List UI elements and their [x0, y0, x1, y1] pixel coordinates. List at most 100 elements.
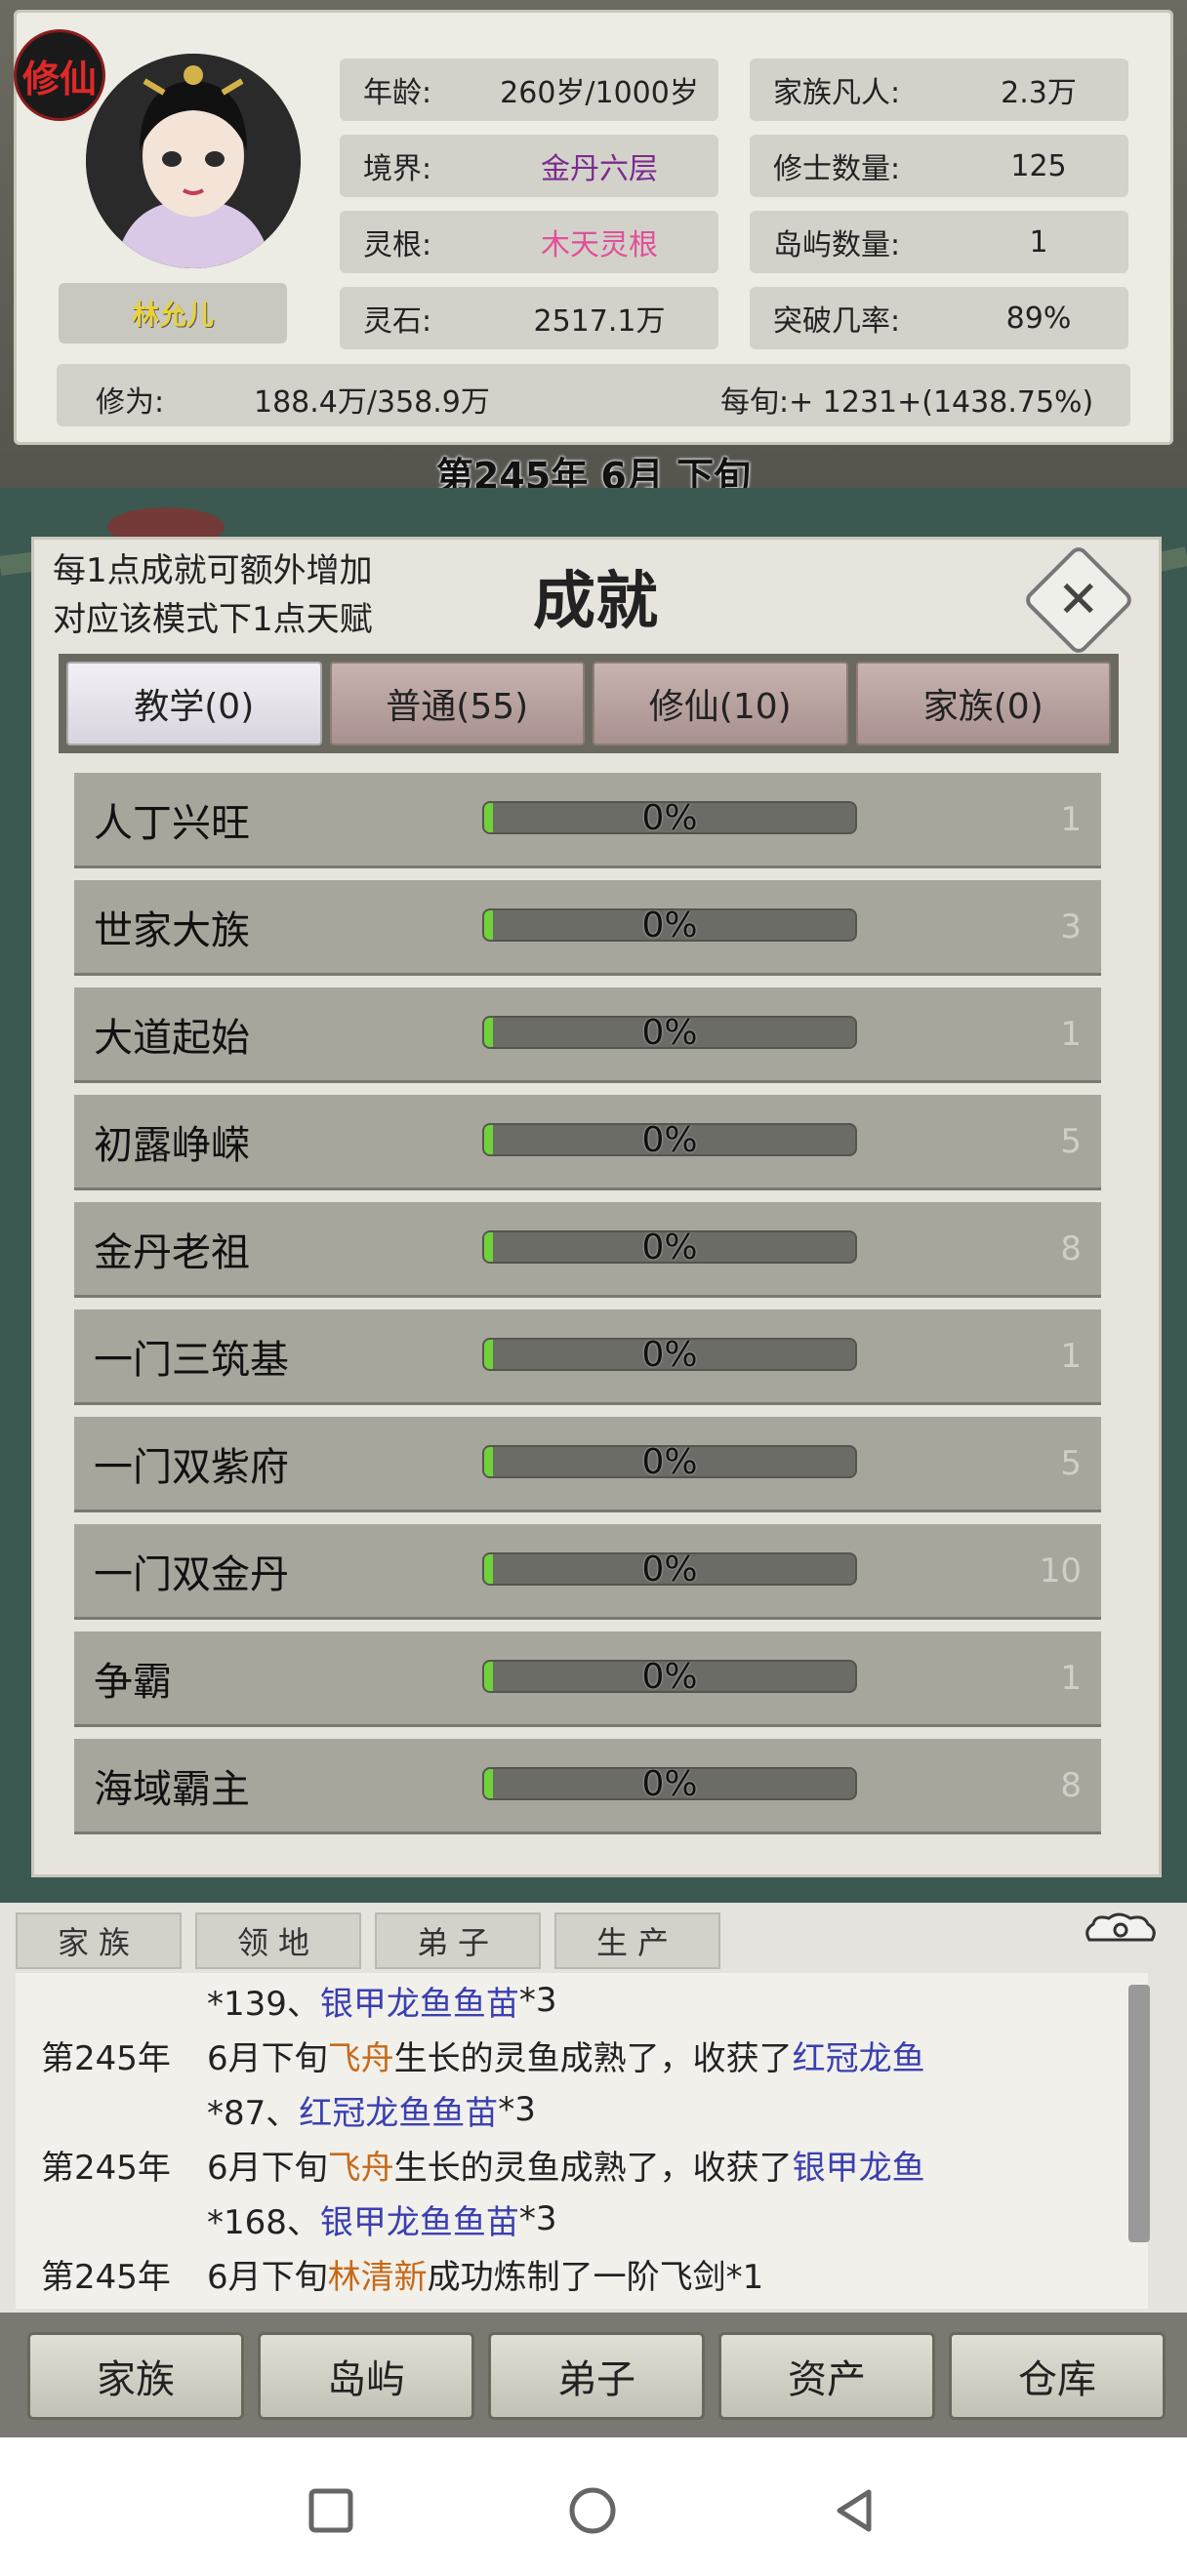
nav-island-button[interactable]: 岛屿 — [258, 2332, 474, 2420]
progress-bar: 0% — [482, 1552, 857, 1586]
stat-realm: 境界: 金丹六层 — [340, 135, 718, 197]
hint-line: 每1点成就可额外增加 — [53, 551, 373, 590]
achievement-points: 1 — [1060, 1336, 1082, 1376]
achievement-name: 初露峥嵘 — [94, 1122, 250, 1168]
log-highlight: 飞舟 — [327, 2148, 394, 2188]
log-tab-disciples[interactable]: 弟子 — [375, 1912, 541, 1969]
progress-text: 0% — [641, 801, 698, 834]
achievement-name: 一门三筑基 — [94, 1337, 289, 1383]
log-highlight: 银甲龙鱼鱼苗 — [319, 2202, 519, 2242]
square-icon[interactable] — [307, 2486, 355, 2535]
achievement-points: 10 — [1039, 1550, 1082, 1590]
progress-bar: 0% — [482, 1123, 857, 1156]
stat-value: 125 — [1010, 148, 1067, 183]
log-tab-family[interactable]: 家族 — [16, 1912, 182, 1969]
progress-text: 0% — [641, 1445, 698, 1478]
tab-cultivation[interactable]: 修仙(10) — [593, 662, 848, 745]
achievement-tabs: 教学(0) 普通(55) 修仙(10) 家族(0) — [59, 654, 1119, 753]
modal-title: 成就 — [533, 566, 658, 638]
stat-value: 2517.1万 — [533, 304, 666, 339]
hint-line: 对应该模式下1点天赋 — [53, 600, 373, 639]
stat-label: 境界: — [363, 152, 432, 186]
stat-value: 89% — [1005, 301, 1072, 336]
stat-value: 金丹六层 — [541, 152, 658, 186]
stat-cultivators: 修士数量: 125 — [750, 135, 1128, 197]
log-messages[interactable]: *139、 银甲龙鱼鱼苗 *3 第245年 6月下旬 飞舟 生长的灵鱼成熟了，收获了 红冠龙… — [16, 1973, 1148, 2309]
stat-value: 木天灵根 — [541, 228, 658, 262]
circle-icon[interactable] — [568, 2486, 617, 2535]
tab-family[interactable]: 家族(0) — [855, 662, 1111, 745]
avatar[interactable] — [86, 54, 301, 268]
achievement-row[interactable]: 一门双紫府 0% 5 — [74, 1417, 1101, 1512]
achievement-list[interactable]: 人丁兴旺 0% 1 世家大族 0% 3 大道起始 0% 1 初露峥嵘 0% 5 … — [74, 773, 1101, 1846]
achievement-points: 8 — [1060, 1228, 1082, 1268]
log-line: 第245年 6月下旬 林清新 成功炼制了一阶飞剑*1 — [16, 2246, 1148, 2301]
stat-breakthrough-rate: 突破几率: 89% — [750, 287, 1128, 349]
achievement-name: 世家大族 — [94, 907, 250, 953]
log-year: 第245年 — [41, 2148, 171, 2188]
achievement-row[interactable]: 人丁兴旺 0% 1 — [74, 773, 1101, 868]
log-line: *168、 银甲龙鱼鱼苗 *3 — [16, 2192, 1148, 2246]
achievement-row[interactable]: 世家大族 0% 3 — [74, 880, 1101, 976]
achievement-points: 5 — [1060, 1121, 1082, 1161]
log-tab-territory[interactable]: 领地 — [195, 1912, 361, 1969]
nav-warehouse-button[interactable]: 仓库 — [949, 2332, 1166, 2420]
log-text: *3 — [498, 2090, 536, 2129]
stat-mortals: 家族凡人: 2.3万 — [750, 59, 1128, 121]
stat-label: 灵根: — [363, 228, 432, 262]
stat-value: 2.3万 — [1001, 76, 1077, 110]
nav-disciples-button[interactable]: 弟子 — [488, 2332, 705, 2420]
log-text: *3 — [518, 1981, 557, 2020]
log-text: *139、 — [207, 1984, 320, 2024]
stat-label: 岛屿数量: — [773, 228, 901, 262]
log-line: *87、 红冠龙鱼鱼苗 *3 — [16, 2082, 1148, 2137]
log-highlight: 银甲龙鱼鱼苗 — [319, 1984, 519, 2024]
achievement-row[interactable]: 金丹老祖 0% 8 — [74, 1202, 1101, 1298]
tab-normal[interactable]: 普通(55) — [329, 662, 585, 745]
achievement-points: 3 — [1060, 906, 1082, 946]
stat-value: 1 — [1029, 224, 1048, 260]
log-text: 成功炼制了一阶飞剑*1 — [427, 2257, 764, 2297]
log-line: 第245年 6月下旬 飞舟 生长的灵鱼成熟了，收获了 红冠龙鱼 — [16, 2028, 1148, 2082]
achievement-points: 1 — [1060, 1658, 1082, 1698]
stat-age: 年龄: 260岁/1000岁 — [340, 59, 718, 121]
close-button[interactable]: ✕ — [1022, 543, 1135, 657]
achievement-row[interactable]: 一门三筑基 0% 1 — [74, 1309, 1101, 1405]
cloud-menu-icon[interactable] — [1080, 1911, 1162, 1950]
achievement-row[interactable]: 海域霸主 0% 8 — [74, 1739, 1101, 1834]
achievement-row[interactable]: 初露峥嵘 0% 5 — [74, 1095, 1101, 1190]
log-text: 6月下旬 — [207, 2148, 328, 2188]
achievement-row[interactable]: 大道起始 0% 1 — [74, 987, 1101, 1083]
character-name[interactable]: 林允儿 — [59, 283, 287, 343]
log-scrollbar[interactable] — [1128, 1985, 1150, 2242]
log-highlight: 银甲龙鱼 — [792, 2148, 925, 2188]
back-triangle-icon[interactable] — [830, 2486, 879, 2535]
progress-bar: 0% — [482, 1338, 857, 1371]
stat-label: 灵石: — [363, 304, 432, 339]
achievement-row[interactable]: 争霸 0% 1 — [74, 1631, 1101, 1727]
tab-teaching[interactable]: 教学(0) — [66, 662, 322, 745]
achievement-name: 大道起始 — [94, 1015, 250, 1061]
stat-value: 260岁/1000岁 — [500, 76, 699, 110]
stat-label: 家族凡人: — [773, 76, 901, 110]
log-text: *87、 — [207, 2093, 300, 2133]
close-icon: ✕ — [1057, 570, 1100, 629]
cultivation-progress: 修为: 188.4万/358.9万 每旬:+ 1231+(1438.75%) — [57, 364, 1130, 426]
cultivation-label: 修为: — [96, 385, 165, 420]
log-tab-production[interactable]: 生产 — [554, 1912, 720, 1969]
progress-text: 0% — [641, 1660, 698, 1693]
log-text: 6月下旬 — [207, 2038, 328, 2078]
log-text: 生长的灵鱼成熟了，收获了 — [393, 2148, 793, 2188]
achievement-hint: 每1点成就可额外增加 对应该模式下1点天赋 — [53, 546, 463, 644]
achievement-name: 一门双紫府 — [94, 1444, 289, 1490]
nav-family-button[interactable]: 家族 — [27, 2332, 244, 2420]
per-period-gain: 每旬:+ 1231+(1438.75%) — [720, 385, 1094, 420]
progress-text: 0% — [641, 1123, 698, 1156]
log-text: 6月下旬 — [207, 2257, 328, 2297]
cultivation-value: 188.4万/358.9万 — [254, 385, 490, 420]
achievement-row[interactable]: 一门双金丹 0% 10 — [74, 1524, 1101, 1620]
cultivation-badge: 修仙 — [14, 29, 105, 121]
nav-assets-button[interactable]: 资产 — [718, 2332, 935, 2420]
achievement-points: 1 — [1060, 799, 1082, 839]
stat-label: 突破几率: — [773, 304, 901, 339]
